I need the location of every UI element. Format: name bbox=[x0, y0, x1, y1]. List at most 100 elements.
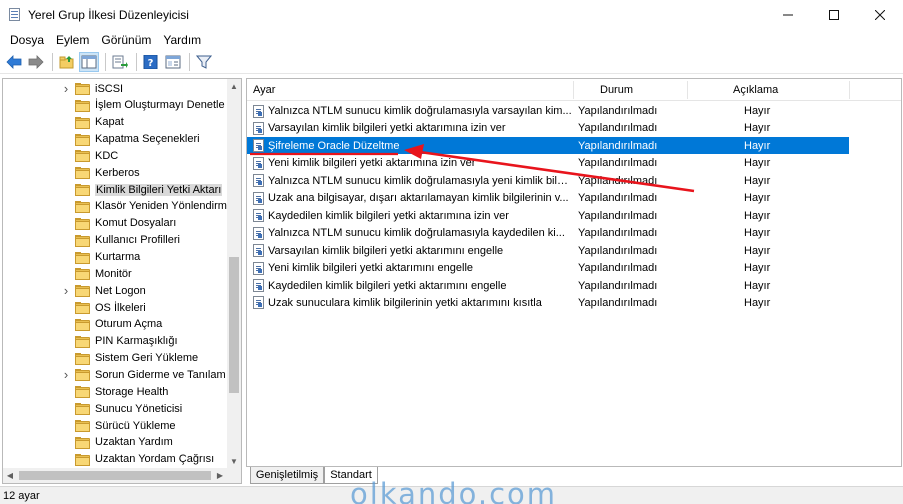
close-icon bbox=[875, 10, 885, 20]
tree-item[interactable]: › Net Logon bbox=[3, 282, 228, 299]
folder-icon bbox=[75, 217, 91, 230]
tree-item[interactable]: Klasör Yeniden Yönlendirm bbox=[3, 198, 228, 215]
chevron-right-icon[interactable]: › bbox=[61, 282, 71, 299]
policy-status: Yapılandırılmadı bbox=[578, 157, 658, 170]
tree-item[interactable]: Uzaktan Yordam Çağrısı bbox=[3, 451, 228, 468]
policy-row[interactable]: Yeni kimlik bilgileri yetki aktarımını e… bbox=[247, 260, 849, 277]
folder-icon bbox=[75, 150, 91, 163]
policy-status: Yapılandırılmadı bbox=[578, 122, 658, 135]
policy-row[interactable]: Uzak ana bilgisayar, dışarı aktarılamaya… bbox=[247, 190, 849, 207]
policy-status: Yapılandırılmadı bbox=[578, 244, 658, 257]
policy-row[interactable]: Kaydedilen kimlik bilgileri yetki aktarı… bbox=[247, 277, 849, 294]
scroll-up-arrow-icon[interactable]: ▲ bbox=[227, 79, 241, 93]
policy-row[interactable]: Varsayılan kimlik bilgileri yetki aktarı… bbox=[247, 242, 849, 259]
policy-row[interactable]: Kaydedilen kimlik bilgileri yetki aktarı… bbox=[247, 207, 849, 224]
tree-item[interactable]: KDC bbox=[3, 147, 228, 164]
tree-item-label: Kimlik Bilgileri Yetki Aktarı bbox=[95, 183, 223, 196]
toolbar-separator bbox=[105, 52, 106, 71]
tree-item[interactable]: OS İlkeleri bbox=[3, 299, 228, 316]
tree-item-label: Net Logon bbox=[95, 284, 146, 297]
column-header-status[interactable]: Durum bbox=[600, 79, 633, 101]
policy-name: Yeni kimlik bilgileri yetki aktarımını e… bbox=[268, 262, 474, 275]
tree-item[interactable]: İşlem Oluşturmayı Denetle bbox=[3, 97, 228, 114]
column-header-description[interactable]: Açıklama bbox=[733, 79, 778, 101]
tree-item[interactable]: Kimlik Bilgileri Yetki Aktarı bbox=[3, 181, 228, 198]
tree-item[interactable]: Kerberos bbox=[3, 164, 228, 181]
close-button[interactable] bbox=[857, 0, 903, 30]
tree-item-label: Sunucu Yöneticisi bbox=[95, 402, 183, 415]
tree-item[interactable]: Uzaktan Yardım bbox=[3, 434, 228, 451]
forward-arrow-icon bbox=[28, 54, 44, 69]
policy-description: Hayır bbox=[744, 139, 771, 152]
tree-item[interactable]: Kapat bbox=[3, 114, 228, 131]
tree-item[interactable]: › Sorun Giderme ve Tanılam bbox=[3, 366, 228, 383]
tree-item[interactable]: › iSCSI bbox=[3, 80, 228, 97]
maximize-button[interactable] bbox=[811, 0, 857, 30]
forward-button[interactable] bbox=[26, 52, 46, 72]
policy-row[interactable]: Varsayılan kimlik bilgileri yetki aktarı… bbox=[247, 120, 849, 137]
menu-view[interactable]: Görünüm bbox=[95, 33, 157, 47]
tree-item[interactable]: Sürücü Yükleme bbox=[3, 417, 228, 434]
column-divider[interactable] bbox=[687, 81, 688, 99]
navigation-tree: › iSCSI İşlem Oluşturmayı Denetle Kapat Kapa… bbox=[3, 79, 228, 468]
folder-icon bbox=[75, 436, 91, 449]
tree-vertical-scroll-thumb[interactable] bbox=[229, 257, 239, 393]
tree-item[interactable]: Oturum Açma bbox=[3, 316, 228, 333]
tree-item[interactable]: Monitör bbox=[3, 265, 228, 282]
scroll-left-arrow-icon[interactable]: ◀ bbox=[3, 468, 17, 483]
tree-item-label: Sistem Geri Yükleme bbox=[95, 352, 199, 365]
back-button[interactable] bbox=[4, 52, 24, 72]
filter-button[interactable] bbox=[194, 52, 214, 72]
show-hide-tree-button[interactable] bbox=[79, 51, 99, 72]
tree-item-label: iSCSI bbox=[95, 82, 124, 95]
tree-item[interactable]: PIN Karmaşıklığı bbox=[3, 333, 228, 350]
tree-item-label: KDC bbox=[95, 149, 119, 162]
tree-item[interactable]: Storage Health bbox=[3, 383, 228, 400]
policy-status: Yapılandırılmadı bbox=[578, 174, 658, 187]
policy-row[interactable]: Yeni kimlik bilgileri yetki aktarımına i… bbox=[247, 155, 849, 172]
tree-vertical-scrollbar[interactable]: ▲ ▼ bbox=[227, 79, 241, 468]
folder-icon bbox=[75, 184, 91, 197]
scroll-right-arrow-icon[interactable]: ▶ bbox=[213, 468, 227, 483]
column-header-setting[interactable]: Ayar bbox=[253, 79, 275, 101]
tree-item[interactable]: Kullanıcı Profilleri bbox=[3, 232, 228, 249]
tree-item-label: Monitör bbox=[95, 267, 132, 280]
policy-row[interactable]: Yalnızca NTLM sunucu kimlik doğrulamasıy… bbox=[247, 225, 849, 242]
tree-item-label: Oturum Açma bbox=[95, 318, 163, 331]
chevron-right-icon[interactable]: › bbox=[61, 366, 71, 383]
export-list-button[interactable] bbox=[110, 52, 130, 72]
policy-row[interactable]: Yalnızca NTLM sunucu kimlik doğrulamasıy… bbox=[247, 172, 849, 189]
tree-horizontal-scrollbar[interactable]: ◀ ▶ bbox=[3, 468, 241, 483]
policy-row[interactable]: Uzak sunuculara kimlik bilgilerinin yetk… bbox=[247, 294, 849, 311]
tree-item-label: Uzaktan Yordam Çağrısı bbox=[95, 453, 215, 466]
minimize-button[interactable] bbox=[765, 0, 811, 30]
policy-row[interactable]: Şifreleme Oracle Düzeltme Yapılandırılmad… bbox=[247, 137, 849, 155]
menu-file[interactable]: Dosya bbox=[4, 33, 50, 47]
policy-row[interactable]: Yalnızca NTLM sunucu kimlik doğrulamasıy… bbox=[247, 103, 849, 120]
scroll-down-arrow-icon[interactable]: ▼ bbox=[227, 454, 241, 468]
group-policy-app-icon bbox=[8, 8, 22, 22]
tree-item[interactable]: Sistem Geri Yükleme bbox=[3, 350, 228, 367]
chevron-right-icon[interactable]: › bbox=[61, 80, 71, 97]
tree-item-label: Kapatma Seçenekleri bbox=[95, 133, 200, 146]
policy-setting-icon bbox=[253, 174, 264, 188]
tree-item[interactable]: Komut Dosyaları bbox=[3, 215, 228, 232]
tree-horizontal-scroll-thumb[interactable] bbox=[19, 471, 211, 480]
settings-list-pane[interactable]: Ayar Durum Açıklama Yalnızca NTLM sunucu… bbox=[246, 78, 902, 467]
policy-setting-icon bbox=[253, 279, 264, 292]
tree-item-label: PIN Karmaşıklığı bbox=[95, 335, 178, 348]
column-divider[interactable] bbox=[849, 81, 850, 99]
tab-extended[interactable]: Genişletilmiş bbox=[250, 467, 324, 484]
view-tabs: Genişletilmiş Standart bbox=[246, 467, 902, 485]
tree-item[interactable]: Sunucu Yöneticisi bbox=[3, 400, 228, 417]
column-divider[interactable] bbox=[573, 81, 574, 99]
help-button[interactable]: ? bbox=[141, 52, 161, 72]
view-button[interactable] bbox=[163, 52, 183, 72]
tree-item[interactable]: Kurtarma bbox=[3, 249, 228, 266]
tree-item[interactable]: Kapatma Seçenekleri bbox=[3, 131, 228, 148]
menu-action[interactable]: Eylem bbox=[50, 33, 95, 47]
menu-help[interactable]: Yardım bbox=[157, 33, 207, 47]
up-one-level-button[interactable] bbox=[57, 52, 77, 72]
navigation-tree-pane[interactable]: › iSCSI İşlem Oluşturmayı Denetle Kapat Kapa… bbox=[2, 78, 242, 484]
policy-setting-icon bbox=[253, 244, 264, 258]
